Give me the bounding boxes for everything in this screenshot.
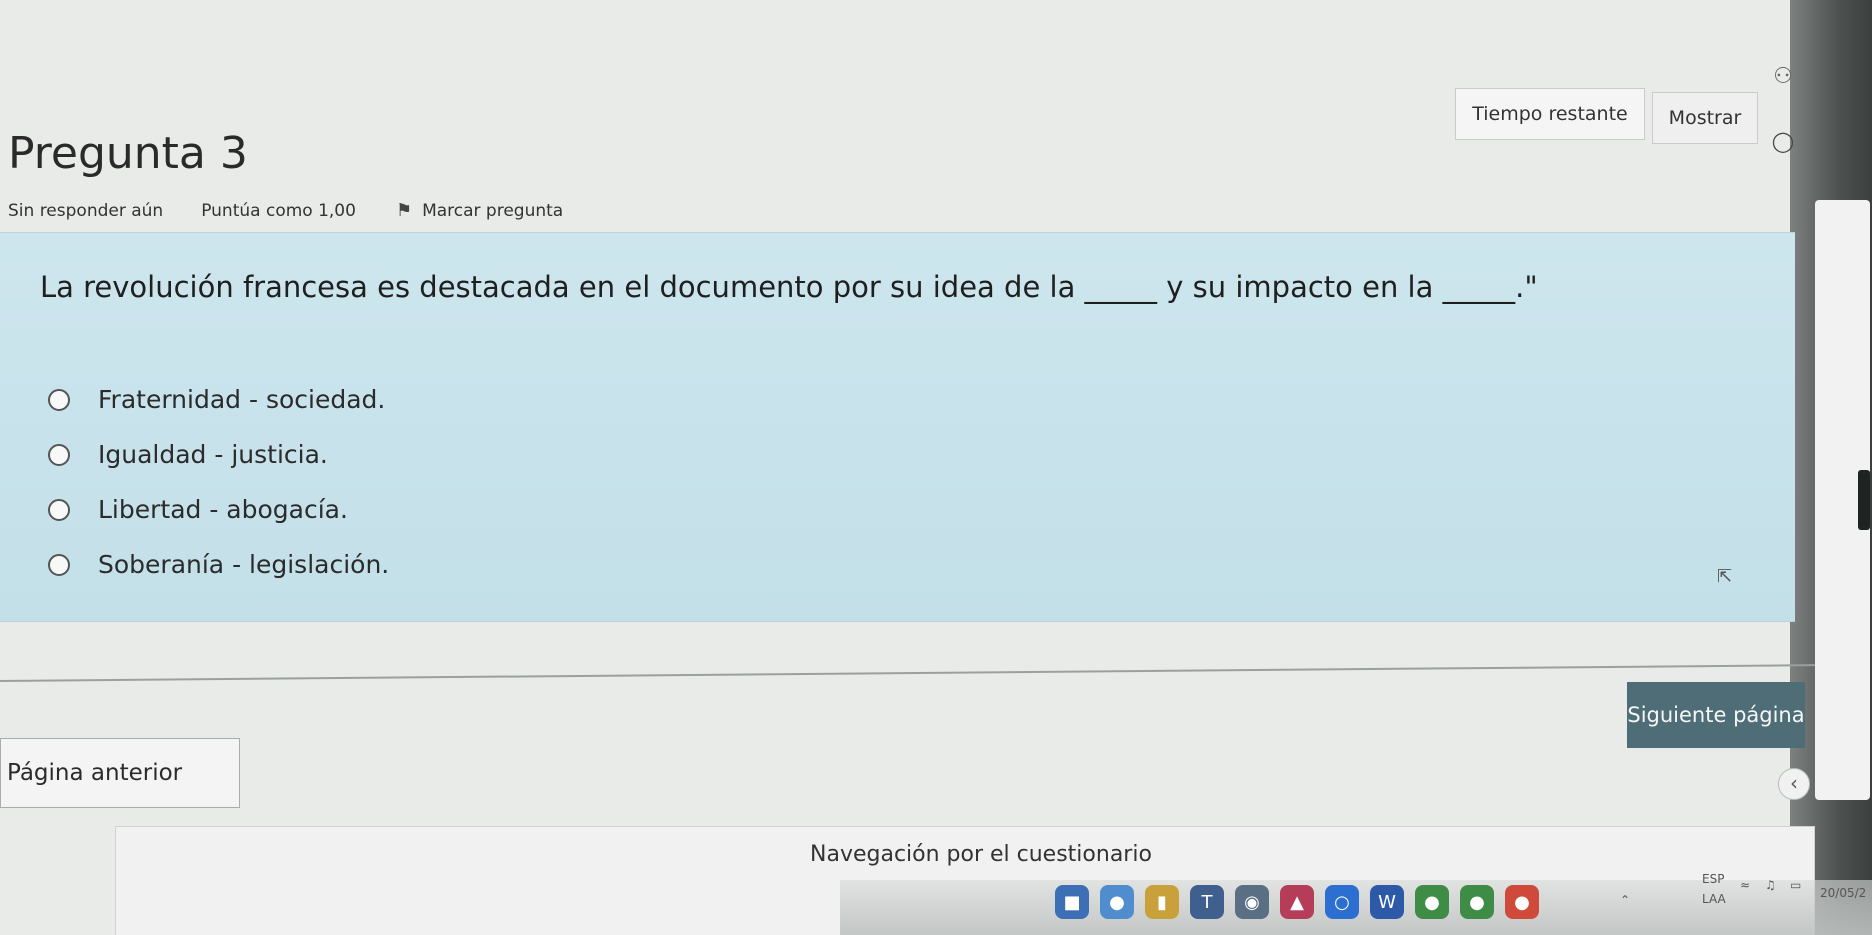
previous-page-button[interactable]: Página anterior [0,738,240,808]
clock-date[interactable]: 20/05/2 [1820,886,1866,900]
section-divider [0,664,1815,682]
edge-icon[interactable]: ○ [1325,885,1359,919]
battery-icon[interactable]: ▭ [1790,878,1801,892]
gaming-icon[interactable]: ▲ [1280,885,1314,919]
search-icon[interactable]: ● [1100,885,1134,919]
timer-label: Tiempo restante [1455,88,1645,140]
answer-label[interactable]: Fraternidad - sociedad. [98,385,385,414]
quiz-page: Tiempo restante Mostrar ⚇ ◯ Pregunta 3 S… [0,0,1872,935]
question-text: La revolución francesa es destacada en e… [40,270,1538,304]
language-top[interactable]: ESP [1702,872,1724,886]
chat-icon[interactable]: ◯ [1770,128,1796,154]
answer-label[interactable]: Libertad - abogacía. [98,495,348,524]
file-explorer-icon[interactable]: ■ [1055,885,1089,919]
volume-icon[interactable]: ♫ [1765,878,1776,892]
question-meta: Sin responder aún Puntúa como 1,00 ⚑ Mar… [8,200,563,221]
show-timer-button[interactable]: Mostrar [1652,92,1758,144]
radio-button[interactable] [48,388,70,411]
flag-question-link[interactable]: Marcar pregunta [422,201,563,221]
answer-option[interactable]: Libertad - abogacía. [48,495,348,524]
scrollbar-thumb[interactable] [1858,470,1870,530]
radio-button[interactable] [48,498,70,521]
question-status: Sin responder aún [8,200,164,221]
answer-option[interactable]: Fraternidad - sociedad. [48,385,385,414]
question-points: Puntúa como 1,00 [201,200,356,221]
answer-option[interactable]: Igualdad - justicia. [48,440,328,469]
word-icon[interactable]: W [1370,885,1404,919]
answer-label[interactable]: Soberanía - legislación. [98,550,389,579]
next-page-button[interactable]: Siguiente página [1627,682,1805,748]
wifi-icon[interactable]: ≈ [1740,878,1750,892]
language-bottom[interactable]: LAA [1702,892,1726,906]
mouse-cursor-icon: ⇱ [1717,566,1733,587]
question-title: Pregunta 3 [8,128,248,179]
chevron-left-icon[interactable]: ‹ [1778,768,1810,800]
chevron-up-icon[interactable]: ⌃ [1620,893,1630,907]
user-icon[interactable]: ⚇ [1768,62,1798,92]
answer-label[interactable]: Igualdad - justicia. [98,440,328,469]
answer-option[interactable]: Soberanía - legislación. [48,550,389,579]
app-icon[interactable]: ● [1505,885,1539,919]
chrome-icon[interactable]: ● [1460,885,1494,919]
quiz-navigation-title: Navegación por el cuestionario [810,842,1152,867]
radio-button[interactable] [48,443,70,466]
folder-icon[interactable]: ▮ [1145,885,1179,919]
camera-icon[interactable]: ◉ [1235,885,1269,919]
flag-icon[interactable]: ⚑ [396,200,412,221]
teams-icon[interactable]: T [1190,885,1224,919]
chrome-icon[interactable]: ● [1415,885,1449,919]
radio-button[interactable] [48,553,70,576]
